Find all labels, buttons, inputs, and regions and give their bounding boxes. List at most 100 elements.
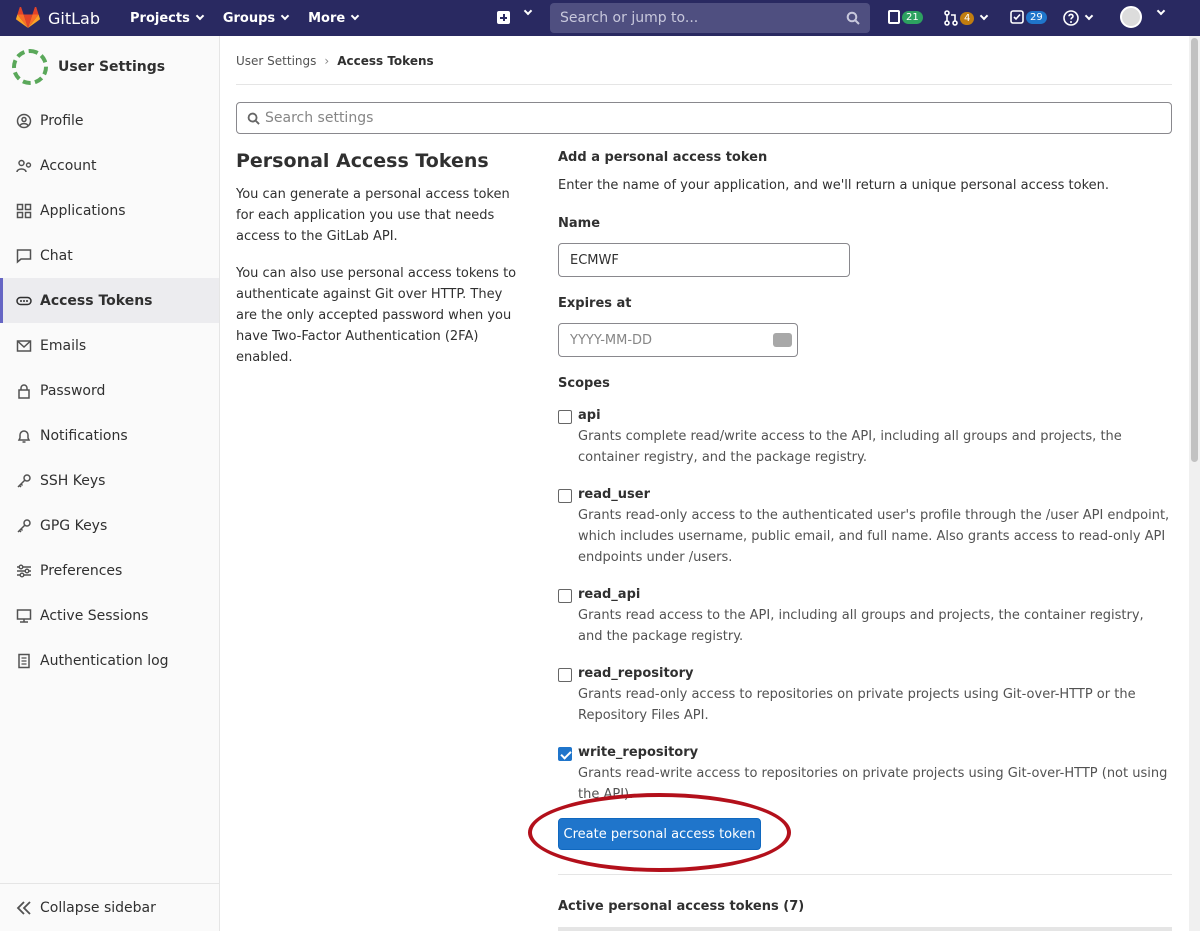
merge-request-icon: [944, 10, 958, 26]
divider: [558, 874, 1172, 875]
avatar: [12, 49, 48, 85]
merge-requests-link[interactable]: 4: [944, 10, 989, 26]
scope-description: Grants read-only access to the authentic…: [578, 508, 1170, 565]
sidebar-header[interactable]: User Settings: [0, 36, 219, 98]
scopes-label: Scopes: [558, 376, 610, 391]
name-label: Name: [558, 216, 601, 231]
sidebar-item-account[interactable]: Account: [0, 143, 219, 188]
gitlab-home-link[interactable]: GitLab: [16, 7, 100, 29]
sidebar-nav: Profile Account Applications Chat Access Tok…: [0, 98, 219, 683]
token-form: Add a personal access token Enter the na…: [558, 150, 1172, 193]
scope-checkbox[interactable]: [558, 668, 572, 682]
token-icon: [16, 296, 32, 305]
sidebar-item-label: Notifications: [40, 427, 128, 444]
intro-paragraph-1: You can generate a personal access token…: [236, 187, 510, 244]
sidebar-item-label: Authentication log: [40, 652, 169, 669]
gitlab-logo-icon: [16, 7, 40, 28]
sidebar-item-profile[interactable]: Profile: [0, 98, 219, 143]
help-icon: [1063, 10, 1079, 26]
collapse-sidebar-label: Collapse sidebar: [40, 899, 156, 916]
sidebar-item-label: Chat: [40, 247, 73, 264]
sidebar-item-preferences[interactable]: Preferences: [0, 548, 219, 593]
monitor-icon: [16, 608, 32, 623]
chat-icon: [16, 248, 32, 264]
user-avatar[interactable]: [1120, 6, 1142, 28]
lock-icon: [18, 383, 30, 399]
sidebar-item-access-tokens[interactable]: Access Tokens: [0, 278, 219, 323]
settings-sidebar: User Settings Profile Account Applications…: [0, 36, 220, 931]
scope-name[interactable]: read_user: [578, 484, 1172, 505]
sidebar-item-notifications[interactable]: Notifications: [0, 413, 219, 458]
scope-name[interactable]: read_api: [578, 584, 1172, 605]
todos-icon: [1010, 10, 1024, 24]
sidebar-item-label: Active Sessions: [40, 607, 149, 624]
highlight-annotation-ring: [528, 793, 791, 872]
expires-label: Expires at: [558, 296, 632, 311]
token-name-value: ECMWF: [570, 252, 619, 268]
chevron-down-icon: [350, 11, 360, 21]
sidebar-item-label: Password: [40, 382, 106, 399]
scope-checkbox[interactable]: [558, 589, 572, 603]
scope-name[interactable]: read_repository: [578, 663, 1172, 684]
scrollbar-thumb[interactable]: [1191, 38, 1198, 462]
search-icon: [846, 11, 860, 25]
breadcrumb-current[interactable]: Access Tokens: [337, 54, 433, 68]
active-tokens-heading: Active personal access tokens (7): [558, 899, 805, 914]
issues-link[interactable]: 21: [888, 10, 923, 24]
groups-dropdown[interactable]: Groups: [223, 11, 290, 26]
double-chevron-left-icon: [16, 900, 31, 915]
sidebar-item-password[interactable]: Password: [0, 368, 219, 413]
search-icon: [247, 112, 260, 125]
collapse-sidebar-button[interactable]: Collapse sidebar: [0, 883, 219, 931]
scope-name[interactable]: write_repository: [578, 742, 1172, 763]
new-item-plus-icon[interactable]: [497, 11, 510, 24]
sidebar-item-applications[interactable]: Applications: [0, 188, 219, 233]
issues-icon: [888, 10, 900, 24]
key-icon: [17, 518, 31, 533]
sidebar-item-label: Preferences: [40, 562, 123, 579]
scope-description: Grants read access to the API, including…: [578, 608, 1144, 644]
sidebar-item-label: Applications: [40, 202, 126, 219]
scope-option-read-user: read_user Grants read-only access to the …: [558, 484, 1172, 568]
scope-name[interactable]: api: [578, 405, 1172, 426]
breadcrumb-separator-icon: ›: [324, 54, 330, 68]
key-icon: [17, 473, 31, 488]
expires-at-input[interactable]: YYYY-MM-DD: [558, 323, 798, 357]
sidebar-item-authentication-log[interactable]: Authentication log: [0, 638, 219, 683]
chevron-down-icon[interactable]: [1156, 6, 1166, 16]
help-dropdown[interactable]: [1063, 10, 1094, 26]
global-search-input[interactable]: Search or jump to...: [550, 3, 870, 33]
settings-search-input[interactable]: Search settings: [236, 102, 1172, 134]
scope-checkbox[interactable]: [558, 410, 572, 424]
sidebar-item-gpg-keys[interactable]: GPG Keys: [0, 503, 219, 548]
scope-option-read-repository: read_repository Grants read-only access t…: [558, 663, 1172, 726]
sidebar-item-label: Profile: [40, 112, 84, 129]
token-name-input[interactable]: ECMWF: [558, 243, 850, 277]
sidebar-item-chat[interactable]: Chat: [0, 233, 219, 278]
sidebar-item-emails[interactable]: Emails: [0, 323, 219, 368]
chevron-down-icon[interactable]: [523, 6, 533, 16]
todos-link[interactable]: 29: [1010, 10, 1047, 24]
sidebar-item-label: SSH Keys: [40, 472, 106, 489]
sidebar-item-ssh-keys[interactable]: SSH Keys: [0, 458, 219, 503]
scope-checkbox[interactable]: [558, 489, 572, 503]
sidebar-item-active-sessions[interactable]: Active Sessions: [0, 593, 219, 638]
email-icon: [16, 339, 32, 352]
page-title: Personal Access Tokens: [236, 150, 489, 172]
breadcrumb: User Settings › Access Tokens: [236, 54, 434, 68]
todos-count-badge: 29: [1026, 10, 1047, 24]
sidebar-item-label: Access Tokens: [40, 292, 153, 309]
projects-label: Projects: [130, 10, 190, 26]
more-label: More: [308, 10, 346, 26]
intro-section: Personal Access Tokens You can generate …: [236, 150, 526, 384]
more-dropdown[interactable]: More: [308, 10, 360, 26]
sidebar-item-label: Account: [40, 157, 97, 174]
issues-count-badge: 21: [902, 10, 923, 24]
page-scrollbar[interactable]: [1189, 36, 1200, 931]
projects-dropdown[interactable]: Projects: [130, 10, 205, 26]
breadcrumb-parent-link[interactable]: User Settings: [236, 54, 316, 68]
merge-requests-count-badge: 4: [960, 11, 975, 25]
scope-checkbox[interactable]: [558, 747, 572, 761]
calendar-icon[interactable]: [773, 333, 792, 347]
active-tokens-table-header: [558, 927, 1172, 931]
